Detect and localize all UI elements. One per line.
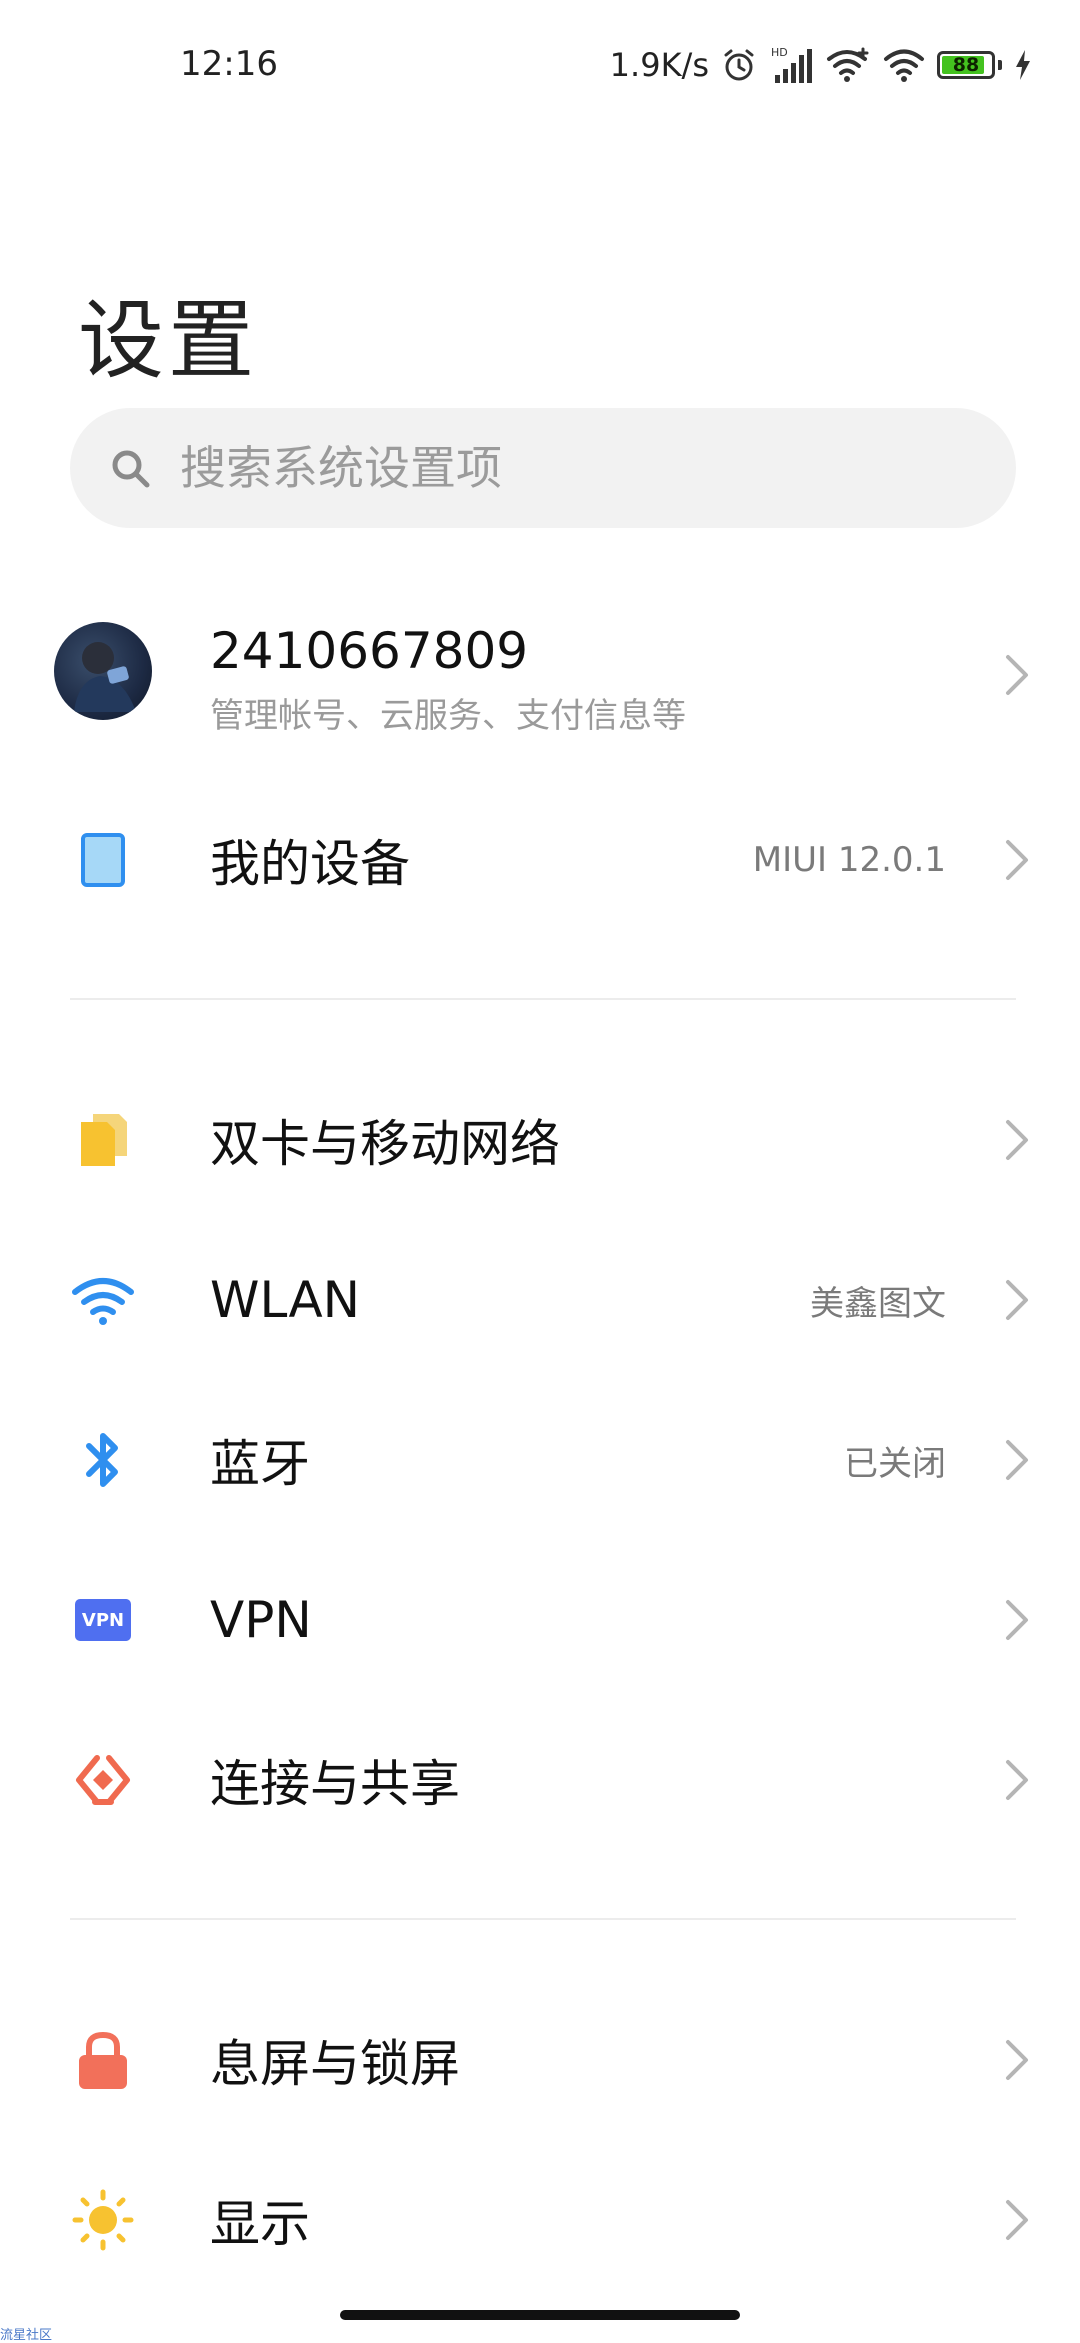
- battery-icon: 88: [937, 51, 995, 79]
- signal-icon: HD: [769, 45, 813, 85]
- chevron-right-icon: [1006, 2200, 1028, 2240]
- list-item-label: 显示: [210, 2195, 310, 2253]
- status-time: 12:16: [180, 44, 278, 84]
- home-indicator[interactable]: [340, 2310, 740, 2320]
- tablet-icon: [70, 827, 136, 893]
- status-bar: 12:16 1.9K/s HD 88: [0, 0, 1080, 130]
- charging-icon: [1014, 49, 1032, 81]
- list-item-label: 连接与共享: [210, 1755, 460, 1813]
- chevron-right-icon: [1006, 840, 1028, 880]
- search-icon: [112, 450, 150, 488]
- sim-card-icon: [70, 1107, 136, 1173]
- list-item-label: 双卡与移动网络: [210, 1115, 560, 1173]
- search-bar[interactable]: [70, 408, 1016, 528]
- avatar: [54, 622, 152, 720]
- chevron-right-icon: [1006, 1760, 1028, 1800]
- list-item-display[interactable]: 显示: [0, 2160, 1080, 2280]
- vpn-icon: VPN: [70, 1587, 136, 1653]
- list-item-label: 息屏与锁屏: [210, 2035, 460, 2093]
- list-item-value: 美鑫图文: [810, 1283, 946, 1324]
- chevron-right-icon: [1006, 655, 1028, 695]
- bluetooth-icon: [70, 1427, 136, 1493]
- account-subtitle: 管理帐号、云服务、支付信息等: [210, 696, 686, 736]
- status-icons: 1.9K/s HD 88: [610, 44, 1032, 86]
- chevron-right-icon: [1006, 2040, 1028, 2080]
- list-item-bluetooth[interactable]: 蓝牙 已关闭: [0, 1400, 1080, 1520]
- brightness-icon: [70, 2187, 136, 2253]
- chevron-right-icon: [1006, 1280, 1028, 1320]
- alarm-icon: [721, 47, 757, 83]
- network-speed: 1.9K/s: [609, 46, 709, 84]
- chevron-right-icon: [1006, 1440, 1028, 1480]
- battery-level: 88: [952, 54, 980, 76]
- wifi-icon: [70, 1267, 136, 1333]
- page-title: 设置: [78, 291, 258, 391]
- list-item-dual-sim[interactable]: 双卡与移动网络: [0, 1080, 1080, 1200]
- list-item-lock-screen[interactable]: 息屏与锁屏: [0, 2000, 1080, 2120]
- hd-label: HD: [771, 46, 788, 59]
- my-device-row[interactable]: 我的设备 MIUI 12.0.1: [0, 800, 1080, 920]
- account-id: 2410667809: [210, 622, 529, 680]
- list-item-connection-sharing[interactable]: 连接与共享: [0, 1720, 1080, 1840]
- wifi-icon: [883, 47, 925, 83]
- section-divider: [70, 998, 1016, 1000]
- share-icon: [70, 1747, 136, 1813]
- list-item-label: VPN: [210, 1591, 312, 1649]
- list-item-vpn[interactable]: VPN VPN: [0, 1560, 1080, 1680]
- section-divider: [70, 1918, 1016, 1920]
- my-device-value: MIUI 12.0.1: [752, 840, 946, 880]
- chevron-right-icon: [1006, 1120, 1028, 1160]
- my-device-label: 我的设备: [210, 835, 410, 893]
- battery-cap: [998, 60, 1002, 70]
- vpn-badge-text: VPN: [82, 1610, 124, 1631]
- lock-icon: [70, 2027, 136, 2093]
- account-row[interactable]: 2410667809 管理帐号、云服务、支付信息等: [0, 600, 1080, 750]
- wifi-plus-icon: [825, 47, 871, 83]
- list-item-label: 蓝牙: [210, 1435, 310, 1493]
- list-item-value: 已关闭: [844, 1443, 946, 1484]
- watermark: 流星社区: [0, 2328, 53, 2343]
- list-item-wlan[interactable]: WLAN 美鑫图文: [0, 1240, 1080, 1360]
- chevron-right-icon: [1006, 1600, 1028, 1640]
- search-input[interactable]: [178, 440, 942, 496]
- list-item-label: WLAN: [210, 1271, 361, 1329]
